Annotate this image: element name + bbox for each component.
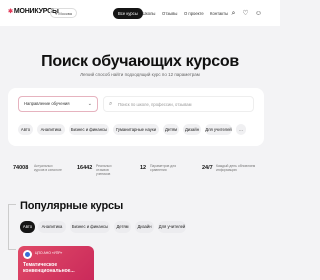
tab-teachers[interactable]: Для учителей — [158, 221, 186, 233]
course-card[interactable]: ЦПО АНО «УПР» Тематическое конвенциональ… — [18, 246, 94, 280]
chip-analytics[interactable]: Аналитика — [37, 124, 65, 135]
tab-analytics[interactable]: Аналитика — [38, 221, 66, 233]
chip-more[interactable]: ... — [236, 124, 246, 135]
stat-reviews-label: Реальных отзывов учеников — [96, 164, 112, 176]
tab-business[interactable]: Бизнес и финансы — [70, 221, 110, 233]
location-selector[interactable]: ⌖ Москва — [50, 8, 78, 18]
stat-updates-value: 24/7 — [202, 165, 213, 171]
direction-select[interactable]: Направление обучения ⌄ — [18, 96, 98, 112]
search-field-icon: ⌕ — [109, 101, 113, 107]
stat-courses-value: 74008 — [13, 165, 29, 171]
search-panel: Направление обучения ⌄ ⌕ Авто Аналитика … — [8, 88, 264, 146]
logo-star-icon: ✱ — [8, 9, 13, 15]
chip-teachers[interactable]: Для учителей — [205, 124, 232, 135]
heart-icon[interactable]: ♡ — [241, 9, 250, 18]
page-title: Поиск обучающих курсов — [41, 53, 239, 70]
card-course-title: Тематическое конвенциональное... — [23, 262, 75, 274]
stat-params-label: Параметров для сравнения — [150, 164, 177, 172]
stat-params-value: 12 — [140, 165, 147, 171]
tab-auto[interactable]: Авто — [20, 221, 35, 233]
nav-reviews[interactable]: Отзывы — [162, 8, 177, 19]
school-logo-icon — [23, 250, 32, 259]
search-input[interactable] — [118, 100, 248, 109]
search-box[interactable]: ⌕ — [103, 96, 254, 112]
stat-updates-label: Каждый день обновляем информацию — [216, 164, 256, 172]
search-icon[interactable]: ⌕ — [229, 9, 238, 18]
section-bracket-decoration — [8, 204, 16, 250]
nav-schools[interactable]: Школы — [142, 8, 155, 19]
stat-courses-label: Актуальных курсов в каталоге — [34, 164, 62, 172]
chip-auto[interactable]: Авто — [18, 124, 33, 135]
location-label: Москва — [58, 11, 73, 16]
chip-kids[interactable]: Детям — [163, 124, 179, 135]
tab-kids[interactable]: Детям — [114, 221, 131, 233]
chevron-down-icon: ⌄ — [87, 101, 92, 107]
site-header: ✱МОНИКУРСЫ ⌖ Москва Все курсы Школы Отзы… — [0, 0, 280, 26]
nav-about[interactable]: О проекте — [184, 8, 204, 19]
popular-title: Популярные курсы — [20, 200, 124, 212]
card-school-name: ЦПО АНО «УПР» — [35, 251, 63, 255]
chip-humanities[interactable]: Гуманитарные науки — [113, 124, 159, 135]
tab-design[interactable]: Дизайн — [135, 221, 154, 233]
chip-design[interactable]: Дизайн — [183, 124, 201, 135]
stat-reviews-value: 16442 — [77, 165, 93, 171]
nav-all-courses[interactable]: Все курсы — [113, 8, 143, 19]
chip-business[interactable]: Бизнес и финансы — [69, 124, 109, 135]
user-icon[interactable]: ☺ — [254, 9, 263, 18]
nav-contacts[interactable]: Контакты — [210, 8, 228, 19]
direction-select-label: Направление обучения — [24, 101, 70, 106]
page-subtitle: Легкий способ найти подходящий курс по 1… — [80, 72, 200, 77]
